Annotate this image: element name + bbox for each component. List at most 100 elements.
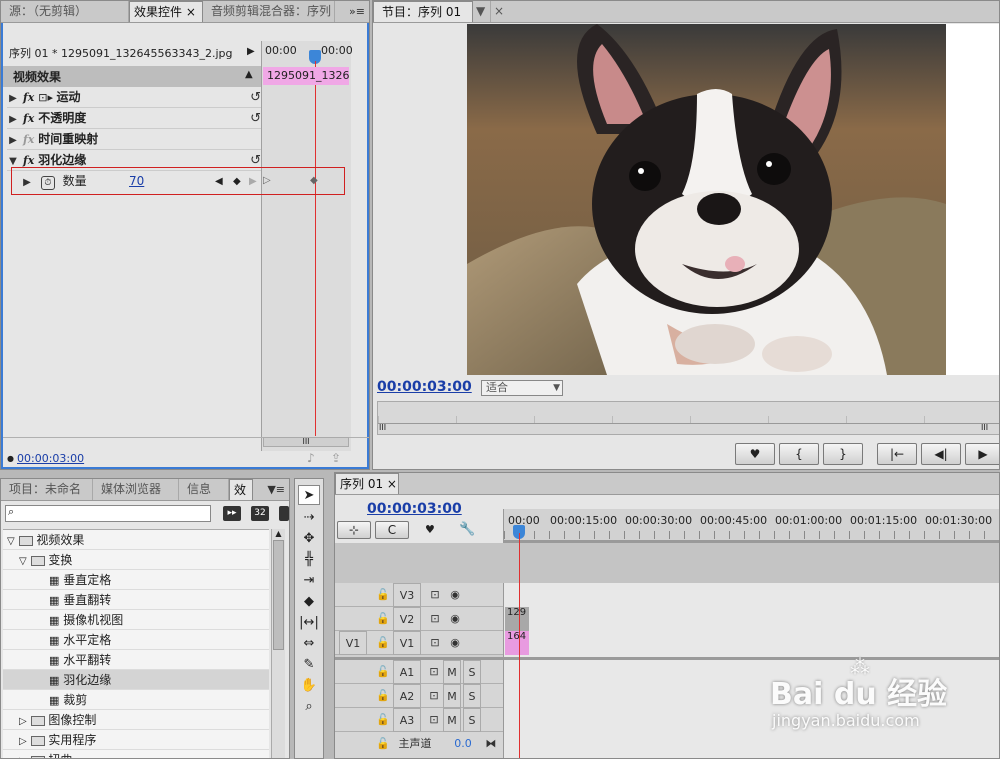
tree-folder-video-effects[interactable]: ▽ 视频效果 bbox=[3, 530, 269, 550]
panel-menu-icon[interactable]: ▼≡ bbox=[263, 480, 289, 500]
collapse-icon[interactable]: ▲ bbox=[245, 69, 253, 80]
tree-folder-image-control[interactable]: ▷ 图像控制 bbox=[3, 710, 269, 730]
lock-icon[interactable]: 🔓 bbox=[373, 607, 393, 631]
expand-icon[interactable]: ▷ bbox=[19, 716, 27, 727]
lock-icon[interactable]: 🔓 bbox=[373, 708, 393, 732]
track-v3-header[interactable]: 🔓 V3 ⊡ ◉ bbox=[335, 583, 503, 607]
scroll-left-icon[interactable]: III bbox=[379, 423, 386, 432]
go-to-in-button[interactable]: |← bbox=[877, 443, 917, 465]
tab-project[interactable]: 项目：未命名 bbox=[1, 479, 93, 500]
tree-folder-distort[interactable]: ▷ 扭曲 bbox=[3, 750, 269, 758]
fx-icon[interactable]: fx bbox=[23, 133, 34, 146]
param-value[interactable]: 70 bbox=[129, 171, 144, 192]
program-scrub-bar[interactable] bbox=[377, 401, 999, 435]
expand-icon[interactable]: ▶ bbox=[7, 88, 19, 109]
reset-icon[interactable]: ↺ bbox=[250, 108, 261, 129]
tree-effect-crop[interactable]: ▦ 裁剪 bbox=[3, 690, 269, 710]
lock-icon[interactable]: 🔓 bbox=[373, 684, 393, 708]
panel-menu-icon[interactable]: »≡ bbox=[345, 2, 369, 22]
lock-icon[interactable]: 🔓 bbox=[373, 583, 393, 607]
fx-icon[interactable]: fx bbox=[23, 91, 34, 104]
lock-icon[interactable]: 🔓 bbox=[373, 660, 393, 684]
tab-audio-mixer[interactable]: 音频剪辑混合器：序列 bbox=[203, 1, 335, 22]
sync-lock-icon[interactable]: ⊡ bbox=[425, 583, 445, 607]
collapse-icon[interactable]: ▽ bbox=[19, 556, 27, 567]
tab-media-browser[interactable]: 媒体浏览器 bbox=[93, 479, 179, 500]
sync-lock-icon[interactable]: ⊡ bbox=[425, 660, 443, 684]
keyframe-icon[interactable]: ◆ bbox=[310, 175, 318, 186]
selection-tool-icon[interactable]: ➤ bbox=[298, 485, 320, 505]
sync-lock-icon[interactable]: ⊡ bbox=[425, 607, 445, 631]
go-to-end-icon[interactable]: ⧓ bbox=[483, 732, 499, 756]
yuv-filter-icon[interactable] bbox=[279, 506, 289, 521]
add-marker-button[interactable]: ♥ bbox=[735, 443, 775, 465]
keyframe-start-icon[interactable]: ▷ bbox=[263, 175, 271, 186]
eye-icon[interactable]: ◉ bbox=[445, 583, 465, 607]
tree-effect-horizontal-hold[interactable]: ▦ 水平定格 bbox=[3, 630, 269, 650]
pen-tool-icon[interactable]: ✎ bbox=[298, 655, 320, 675]
snap-button[interactable]: ⊹ bbox=[337, 521, 371, 539]
accelerated-filter-icon[interactable]: ▸▸ bbox=[223, 506, 241, 521]
next-keyframe-icon[interactable]: ▶ bbox=[249, 171, 257, 192]
mini-timeline[interactable] bbox=[261, 41, 351, 451]
tab-program[interactable]: 节目：序列 01 bbox=[373, 1, 473, 22]
program-timecode[interactable]: 00:00:03:00 bbox=[377, 379, 472, 395]
tree-effect-camera-view[interactable]: ▦ 摄像机视图 bbox=[3, 610, 269, 630]
param-row-amount[interactable]: ▶ ⏱ 数量 70 ◀ ◆ ▶ bbox=[21, 171, 261, 192]
fx-icon[interactable]: fx bbox=[23, 112, 34, 125]
effect-controls-timecode[interactable]: 00:00:03:00 bbox=[17, 452, 84, 465]
mute-button[interactable]: M bbox=[443, 684, 461, 708]
effect-row-opacity[interactable]: ▶ fx 不透明度 ↺ bbox=[7, 108, 261, 129]
solo-button[interactable]: S bbox=[463, 708, 481, 732]
master-volume[interactable]: 0.0 bbox=[449, 732, 477, 756]
stopwatch-icon[interactable]: ⏱ bbox=[40, 176, 55, 190]
razor-tool-icon[interactable]: ◆ bbox=[298, 592, 320, 612]
tab-effect-controls[interactable]: 效果控件 × bbox=[129, 1, 203, 22]
track-a3-header[interactable]: 🔓 A3 ⊡ M S bbox=[335, 708, 503, 732]
program-video-frame[interactable] bbox=[467, 24, 946, 375]
collapse-icon[interactable]: ▽ bbox=[7, 536, 15, 547]
close-icon[interactable]: × bbox=[491, 1, 507, 22]
expand-icon[interactable]: ▶ bbox=[21, 172, 33, 193]
scroll-up-icon[interactable]: ▲ bbox=[272, 529, 285, 538]
expand-icon[interactable]: ▶ bbox=[7, 130, 19, 151]
track-select-tool-icon[interactable]: ⇢ bbox=[298, 508, 320, 528]
timeline-timecode[interactable]: 00:00:03:00 bbox=[367, 501, 462, 517]
settings-wrench-icon[interactable]: 🔧 bbox=[459, 522, 475, 537]
effect-row-motion[interactable]: ▶ fx ⊡▸ 运动 ↺ bbox=[7, 87, 261, 108]
search-field[interactable]: ⌕ bbox=[5, 505, 211, 522]
fit-dropdown[interactable]: 适合 ▼ bbox=[481, 380, 563, 396]
expand-icon[interactable]: ▷ bbox=[19, 736, 27, 747]
search-input[interactable] bbox=[20, 506, 208, 521]
audio-icon[interactable]: ♪ bbox=[307, 451, 315, 465]
eye-icon[interactable]: ◉ bbox=[445, 631, 465, 655]
tree-folder-transform[interactable]: ▽ 变换 bbox=[3, 550, 269, 570]
mute-button[interactable]: M bbox=[443, 660, 461, 684]
mark-in-button[interactable]: { bbox=[779, 443, 819, 465]
32bit-filter-icon[interactable]: 32 bbox=[251, 506, 269, 521]
lock-icon[interactable]: 🔓 bbox=[373, 631, 393, 655]
tree-scrollbar[interactable]: ▲ bbox=[271, 529, 285, 758]
mute-button[interactable]: M bbox=[443, 708, 461, 732]
prev-keyframe-icon[interactable]: ◀ bbox=[215, 171, 223, 192]
clip-v1[interactable]: 164 bbox=[505, 631, 529, 655]
play-only-icon[interactable]: ▶ bbox=[247, 46, 255, 57]
effect-row-time-remap[interactable]: ▶ fx 时间重映射 bbox=[7, 129, 261, 150]
sync-lock-icon[interactable]: ⊡ bbox=[425, 684, 443, 708]
tab-source[interactable]: 源：（无剪辑） bbox=[1, 1, 129, 22]
track-a2-header[interactable]: 🔓 A2 ⊡ M S bbox=[335, 684, 503, 708]
add-marker-icon[interactable]: ♥ bbox=[425, 523, 435, 536]
export-icon[interactable]: ⇪ bbox=[331, 451, 341, 465]
tab-menu-icon[interactable]: ▼ bbox=[473, 1, 491, 22]
tree-effect-vertical-hold[interactable]: ▦ 垂直定格 bbox=[3, 570, 269, 590]
ripple-edit-tool-icon[interactable]: ✥ bbox=[298, 529, 320, 549]
rolling-edit-tool-icon[interactable]: ╬ bbox=[298, 550, 320, 570]
slip-tool-icon[interactable]: |↔| bbox=[298, 613, 320, 633]
solo-button[interactable]: S bbox=[463, 660, 481, 684]
sync-lock-icon[interactable]: ⊡ bbox=[425, 631, 445, 655]
close-icon[interactable]: × bbox=[387, 477, 397, 491]
close-icon[interactable]: × bbox=[186, 5, 196, 19]
linked-selection-button[interactable]: C bbox=[375, 521, 409, 539]
scroll-thumb[interactable] bbox=[273, 540, 284, 650]
tree-effect-vertical-flip[interactable]: ▦ 垂直翻转 bbox=[3, 590, 269, 610]
